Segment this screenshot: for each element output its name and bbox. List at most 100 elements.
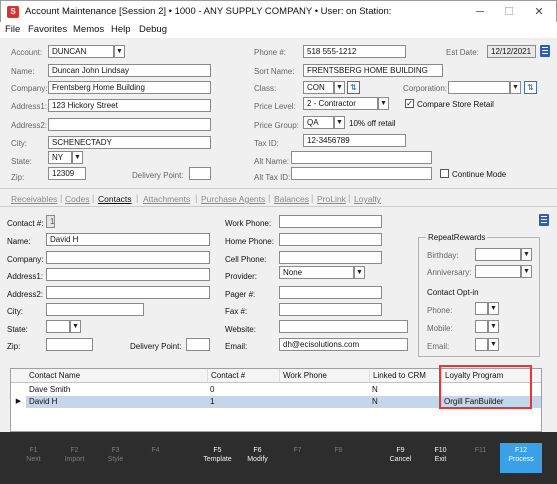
function-key-bar: F1 Next F2 Import F3 Style F4 F5 Template F6… bbox=[0, 432, 557, 484]
close-button[interactable]: ✕ bbox=[525, 3, 553, 21]
phone-input[interactable]: 518 555-1212 bbox=[303, 45, 406, 58]
tax-id-input[interactable]: 12-3456789 bbox=[303, 134, 406, 147]
loyalty-program-highlight bbox=[439, 365, 532, 409]
contact-city-input[interactable] bbox=[46, 303, 144, 316]
est-date-label: Est Date: bbox=[446, 48, 479, 57]
menu-memos[interactable]: Memos bbox=[73, 24, 104, 35]
contact-state-dropdown[interactable]: ▼ bbox=[70, 320, 81, 333]
optin-mobile-input[interactable] bbox=[475, 320, 488, 333]
tab-loyalty[interactable]: Loyalty bbox=[354, 194, 381, 204]
compare-store-retail-label: Compare Store Retail bbox=[417, 100, 494, 109]
maximize-button[interactable]: ☐ bbox=[495, 3, 523, 21]
birthday-dropdown[interactable]: ▼ bbox=[521, 248, 532, 261]
f4-button[interactable]: F4 bbox=[130, 432, 181, 484]
minimize-button[interactable]: ─ bbox=[466, 3, 494, 21]
anniversary-dropdown[interactable]: ▼ bbox=[521, 265, 532, 278]
city-input[interactable]: SCHENECTADY bbox=[48, 136, 211, 149]
optin-phone-input[interactable] bbox=[475, 302, 488, 315]
tab-purchase-agents[interactable]: Purchase Agents bbox=[201, 194, 265, 204]
grid-header-work-phone[interactable]: Work Phone bbox=[279, 369, 369, 383]
account-input[interactable]: DUNCAN bbox=[48, 45, 114, 58]
state-label: State: bbox=[11, 157, 32, 166]
sort-name-input[interactable]: FRENTSBERG HOME BUILDING bbox=[303, 64, 443, 77]
home-phone-label: Home Phone: bbox=[225, 237, 274, 246]
contact-address1-input[interactable] bbox=[46, 268, 210, 281]
grid-header-contact-number[interactable]: Contact # bbox=[207, 369, 279, 383]
class-dropdown[interactable]: ▼ bbox=[334, 81, 345, 94]
state-input[interactable]: NY bbox=[48, 151, 72, 164]
optin-mobile-label: Mobile: bbox=[427, 324, 453, 333]
optin-email-dropdown[interactable]: ▼ bbox=[488, 338, 499, 351]
tab-contacts[interactable]: Contacts bbox=[98, 194, 132, 204]
contact-zip-input[interactable] bbox=[46, 338, 93, 351]
tab-receivables[interactable]: Receivables bbox=[11, 194, 57, 204]
contact-company-label: Company: bbox=[7, 255, 44, 264]
tab-separator: | bbox=[311, 193, 314, 203]
account-dropdown[interactable]: ▼ bbox=[114, 45, 125, 58]
f12-process-button[interactable]: F12 Process bbox=[500, 443, 542, 473]
class-input[interactable]: CON bbox=[303, 81, 334, 94]
pager-input[interactable] bbox=[279, 286, 382, 299]
website-input[interactable] bbox=[279, 320, 408, 333]
class-lookup-button[interactable]: ⇅ bbox=[347, 81, 360, 94]
alt-name-input[interactable] bbox=[291, 151, 432, 164]
menu-file[interactable]: File bbox=[5, 24, 20, 35]
contact-state-input[interactable] bbox=[46, 320, 70, 333]
price-level-input[interactable]: 2 - Contractor bbox=[303, 97, 378, 110]
menu-debug[interactable]: Debug bbox=[139, 24, 167, 35]
app-icon: S bbox=[7, 6, 19, 18]
work-phone-input[interactable] bbox=[279, 215, 382, 228]
menu-icon[interactable] bbox=[540, 45, 550, 57]
f11-button[interactable]: F11 bbox=[455, 432, 506, 484]
birthday-input[interactable] bbox=[475, 248, 521, 261]
tab-prolink[interactable]: ProLink bbox=[317, 194, 346, 204]
tab-separator: | bbox=[195, 193, 198, 203]
price-level-dropdown[interactable]: ▼ bbox=[378, 97, 389, 110]
alt-tax-id-input[interactable] bbox=[291, 167, 432, 180]
contact-name-label: Name: bbox=[7, 237, 31, 246]
provider-input[interactable]: None bbox=[279, 266, 354, 279]
tab-separator: | bbox=[92, 193, 95, 203]
tab-codes[interactable]: Codes bbox=[65, 194, 90, 204]
zip-label: Zip: bbox=[11, 173, 25, 182]
tab-attachments[interactable]: Attachments bbox=[143, 194, 190, 204]
optin-email-input[interactable] bbox=[475, 338, 488, 351]
cell-contact-name: David H bbox=[29, 397, 58, 406]
contact-delivery-point-input[interactable] bbox=[186, 338, 210, 351]
corporation-dropdown[interactable]: ▼ bbox=[510, 81, 521, 94]
optin-mobile-dropdown[interactable]: ▼ bbox=[488, 320, 499, 333]
grid-header-contact-name[interactable]: Contact Name bbox=[26, 369, 207, 383]
price-group-dropdown[interactable]: ▼ bbox=[334, 116, 345, 129]
contact-company-input[interactable] bbox=[46, 251, 210, 264]
address2-input[interactable] bbox=[48, 118, 211, 131]
name-input[interactable]: Duncan John Lindsay bbox=[48, 64, 211, 77]
continue-mode-checkbox[interactable] bbox=[440, 169, 449, 178]
phone-label: Phone #: bbox=[254, 48, 287, 57]
address1-input[interactable]: 123 Hickory Street bbox=[48, 99, 211, 112]
grid-header-linked-to-crm[interactable]: Linked to CRM bbox=[369, 369, 441, 383]
contacts-menu-icon[interactable] bbox=[539, 214, 549, 226]
cell-phone-input[interactable] bbox=[279, 251, 382, 264]
state-dropdown[interactable]: ▼ bbox=[72, 151, 83, 164]
home-phone-input[interactable] bbox=[279, 233, 382, 246]
address1-label: Address1: bbox=[11, 102, 48, 111]
contact-name-input[interactable]: David H bbox=[46, 233, 210, 246]
provider-dropdown[interactable]: ▼ bbox=[354, 266, 365, 279]
tab-balances[interactable]: Balances bbox=[274, 194, 309, 204]
corporation-input[interactable] bbox=[448, 81, 510, 94]
price-group-input[interactable]: QA bbox=[303, 116, 334, 129]
fax-input[interactable] bbox=[279, 303, 382, 316]
optin-phone-dropdown[interactable]: ▼ bbox=[488, 302, 499, 315]
contact-address2-input[interactable] bbox=[46, 286, 210, 299]
account-label: Account: bbox=[11, 48, 43, 57]
menu-help[interactable]: Help bbox=[111, 24, 131, 35]
contact-email-input[interactable]: dh@ecisolutions.com bbox=[279, 338, 408, 351]
delivery-point-input[interactable] bbox=[189, 167, 211, 180]
f8-button[interactable]: F8 bbox=[313, 432, 364, 484]
anniversary-input[interactable] bbox=[475, 265, 521, 278]
corporation-lookup-button[interactable]: ⇅ bbox=[524, 81, 537, 94]
company-input[interactable]: Frentsberg Home Building bbox=[48, 81, 211, 94]
zip-input[interactable]: 12309 bbox=[48, 167, 86, 180]
compare-store-retail-checkbox[interactable]: ✓ bbox=[405, 99, 414, 108]
menu-favorites[interactable]: Favorites bbox=[28, 24, 67, 35]
